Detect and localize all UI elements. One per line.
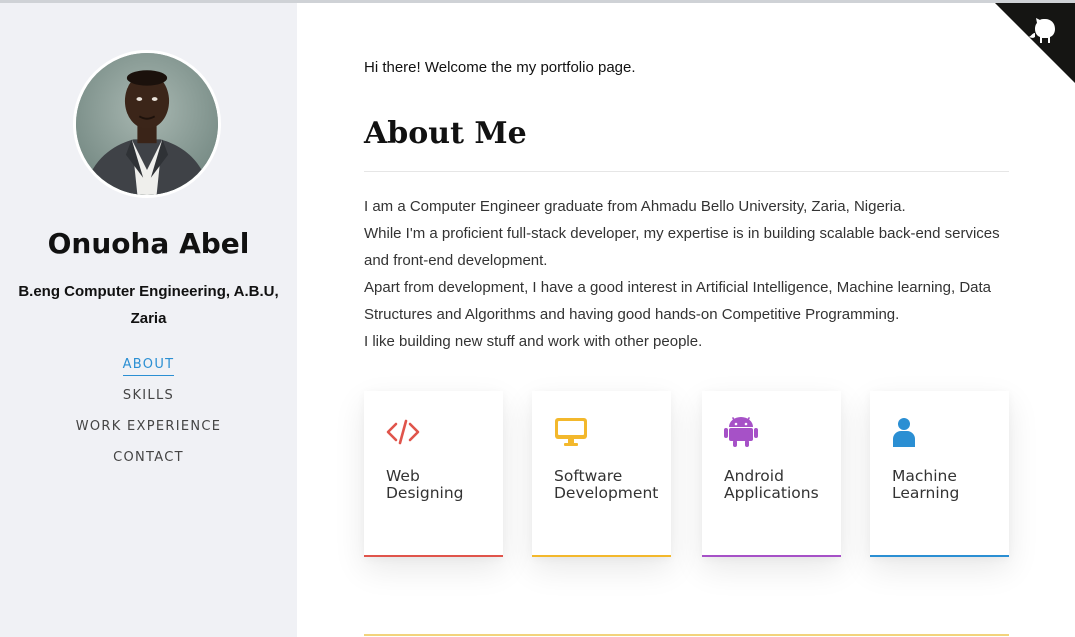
service-cards: Web Designing Software Development Andro…	[364, 391, 1009, 557]
android-icon	[724, 417, 758, 447]
card-label: Web Designing	[386, 468, 501, 502]
card-label: Machine Learning	[892, 468, 1007, 502]
card-label-line: Designing	[386, 484, 464, 502]
section-divider	[364, 171, 1009, 172]
sidebar-nav: ABOUT SKILLS WORK EXPERIENCE CONTACT	[0, 355, 297, 479]
github-corner-link[interactable]	[995, 3, 1075, 83]
card-android-applications[interactable]: Android Applications	[702, 391, 841, 557]
card-software-development[interactable]: Software Development	[532, 391, 671, 557]
card-label-line: Software	[554, 467, 623, 485]
nav-item-label: SKILLS	[122, 388, 175, 403]
about-line: While I'm a proficient full-stack develo…	[364, 225, 1000, 269]
card-accent-bar	[532, 555, 671, 557]
card-label-line: Development	[554, 484, 659, 502]
greeting-text: Hi there! Welcome the my portfolio page.	[364, 59, 636, 76]
card-label-line: Machine	[892, 467, 957, 485]
card-label: Android Applications	[724, 468, 839, 502]
profile-name: Onuoha Abel	[47, 227, 250, 260]
nav-item-work-experience[interactable]: WORK EXPERIENCE	[0, 417, 297, 436]
github-octocat-icon	[995, 3, 1075, 83]
nav-item-label: WORK EXPERIENCE	[75, 419, 222, 434]
nav-item-label: ABOUT	[122, 355, 175, 376]
avatar	[73, 50, 221, 198]
nav-item-about[interactable]: ABOUT	[0, 355, 297, 376]
nav-item-contact[interactable]: CONTACT	[0, 448, 297, 467]
card-label: Software Development	[554, 468, 669, 502]
about-line: Apart from development, I have a good in…	[364, 279, 992, 323]
card-label-line: Learning	[892, 484, 960, 502]
card-accent-bar	[702, 555, 841, 557]
card-label-line: Applications	[724, 484, 819, 502]
profile-photo	[76, 53, 218, 195]
code-icon	[386, 419, 420, 445]
nav-item-label: CONTACT	[113, 450, 184, 465]
next-section-divider	[364, 634, 1009, 636]
card-label-line: Web	[386, 467, 420, 485]
sidebar: Onuoha Abel B.eng Computer Engineering, …	[0, 3, 297, 637]
about-line: I like building new stuff and work with …	[364, 333, 703, 350]
section-title-about: About Me	[364, 116, 527, 151]
profile-degree: B.eng Computer Engineering, A.B.U, Zaria	[18, 283, 279, 327]
card-accent-bar	[870, 555, 1009, 557]
card-label-line: Android	[724, 467, 784, 485]
monitor-icon	[555, 418, 587, 446]
about-text: I am a Computer Engineer graduate from A…	[364, 193, 1009, 355]
card-web-designing[interactable]: Web Designing	[364, 391, 503, 557]
card-accent-bar	[364, 555, 503, 557]
user-icon	[893, 418, 915, 447]
card-machine-learning[interactable]: Machine Learning	[870, 391, 1009, 557]
about-line: I am a Computer Engineer graduate from A…	[364, 198, 906, 215]
nav-item-skills[interactable]: SKILLS	[0, 386, 297, 405]
